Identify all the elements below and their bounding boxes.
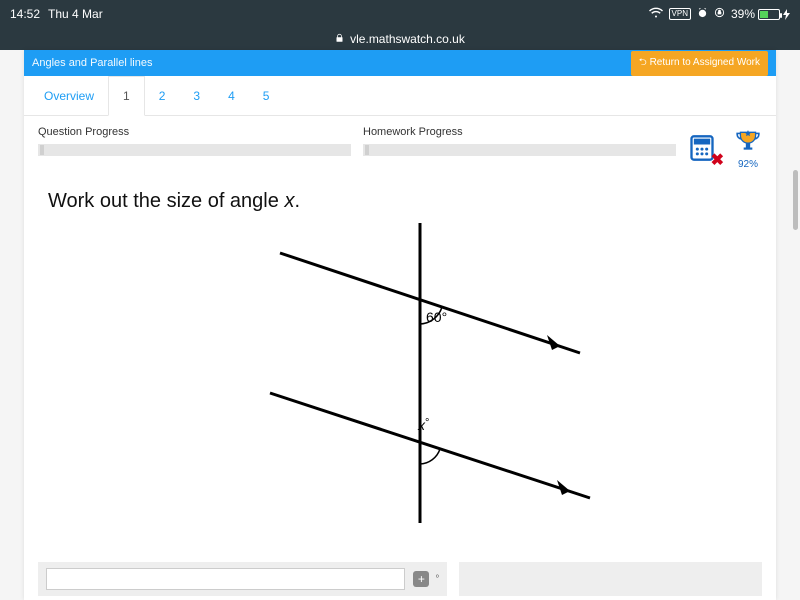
tab-q3[interactable]: 3 [179,76,214,115]
add-working-button[interactable]: + [413,571,429,587]
vpn-indicator: VPN [669,8,691,20]
battery-indicator: 39% [731,7,790,21]
status-date: Thu 4 Mar [48,7,103,21]
return-to-assigned-work-button[interactable]: ⮌ Return to Assigned Work [631,51,768,76]
scrollbar-thumb[interactable] [793,170,798,230]
page-body: Angles and Parallel lines ⮌ Return to As… [0,50,800,600]
question-progress-bar [38,144,351,156]
tab-q5[interactable]: 5 [249,76,284,115]
browser-url-bar[interactable]: vle.mathswatch.co.uk [0,28,800,50]
trophy-score: 92% [734,128,762,170]
alarm-icon [697,7,708,21]
tab-overview[interactable]: Overview [30,76,108,115]
angle-x-label: x° [418,417,429,433]
topic-header: Angles and Parallel lines ⮌ Return to As… [24,50,776,76]
answer-unit: ° [435,574,439,585]
angle-diagram: 60° x° [48,223,752,523]
question-progress: Question Progress [38,126,351,156]
tab-q2[interactable]: 2 [145,76,180,115]
trophy-percent: 92% [734,159,762,170]
answer-input-panel: + ° [38,562,447,596]
trophy-icon [734,128,762,154]
url-text: vle.mathswatch.co.uk [350,32,465,46]
homework-progress-bar [363,144,676,156]
question-progress-label: Question Progress [38,126,351,138]
content-sheet: Angles and Parallel lines ⮌ Return to As… [24,50,776,600]
progress-row: Question Progress Homework Progress ✖ 92… [24,116,776,176]
lock-icon [335,33,344,46]
status-time: 14:52 [10,7,40,21]
battery-percent: 39% [731,7,755,21]
question-tabs: Overview 1 2 3 4 5 [24,76,776,116]
answer-area: + ° [38,562,762,596]
tab-q4[interactable]: 4 [214,76,249,115]
angle-60-label: 60° [426,309,447,325]
cross-icon: ✖ [711,150,724,170]
question-text: Work out the size of angle x. [24,176,776,219]
wifi-icon [649,7,663,21]
orientation-lock-icon [714,7,725,21]
variable-x: x [284,190,294,212]
tab-q1[interactable]: 1 [108,76,145,116]
homework-progress: Homework Progress [363,126,676,156]
device-status-bar: 14:52 Thu 4 Mar VPN 39% [0,0,800,28]
charging-icon [783,9,790,20]
calculator-not-allowed-icon: ✖ [688,134,716,164]
answer-right-panel [459,562,762,596]
homework-progress-label: Homework Progress [363,126,676,138]
answer-input[interactable] [46,568,405,590]
topic-title: Angles and Parallel lines [32,57,152,69]
